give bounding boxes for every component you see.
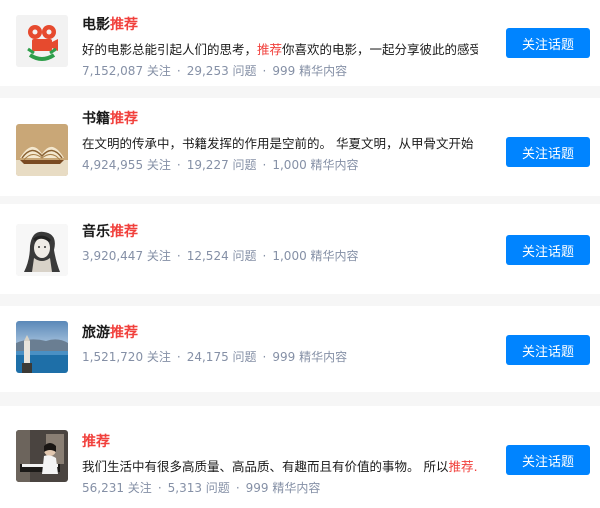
topic-stats: 3,920,447 关注 · 12,524 问题 · 1,000 精华内容 bbox=[82, 247, 470, 265]
essence-count: 999 精华内容 bbox=[272, 350, 348, 364]
topic-title-highlight: 推荐 bbox=[110, 325, 138, 341]
topic-stats: 56,231 关注 · 5,313 问题 · 999 精华内容 bbox=[82, 479, 470, 497]
essence-count: 1,000 精华内容 bbox=[272, 158, 359, 172]
followers-count: 56,231 关注 bbox=[82, 481, 152, 495]
lighthouse-seascape-icon[interactable] bbox=[16, 321, 68, 373]
topic-title[interactable]: 音乐推荐 bbox=[82, 222, 470, 242]
followers-count: 4,924,955 关注 bbox=[82, 158, 171, 172]
desc-highlight: 推荐 bbox=[257, 42, 283, 57]
separator: · bbox=[157, 481, 162, 495]
separator: · bbox=[176, 158, 181, 172]
separator: · bbox=[262, 64, 267, 78]
separator: · bbox=[176, 249, 181, 263]
topic-title-text: 旅游 bbox=[82, 325, 110, 341]
desc-text: 在文明的传承中，书籍发挥的作用是空前的。 华夏文明，从甲骨文开始 bbox=[82, 136, 474, 151]
topic-info: 推荐 我们生活中有很多高质量、高品质、有趣而且有价值的事物。 所以推荐… 56,… bbox=[82, 432, 478, 497]
essence-count: 1,000 精华内容 bbox=[272, 249, 359, 263]
topic-title-highlight: 推荐 bbox=[110, 17, 138, 33]
topic-description: 我们生活中有很多高质量、高品质、有趣而且有价值的事物。 所以推荐… bbox=[82, 457, 478, 477]
questions-count: 12,524 问题 bbox=[186, 249, 257, 263]
separator: · bbox=[262, 350, 267, 364]
topic-title-highlight: 推荐 bbox=[82, 434, 110, 450]
topic-title-highlight: 推荐 bbox=[110, 111, 138, 127]
questions-count: 24,175 问题 bbox=[186, 350, 257, 364]
questions-count: 19,227 问题 bbox=[186, 158, 257, 172]
separator: · bbox=[235, 481, 240, 495]
essence-count: 999 精华内容 bbox=[272, 64, 348, 78]
follow-topic-button[interactable]: 关注话题 bbox=[506, 137, 590, 167]
followers-count: 3,920,447 关注 bbox=[82, 249, 171, 263]
topic-card-recommend: 推荐 我们生活中有很多高质量、高品质、有趣而且有价值的事物。 所以推荐… 56,… bbox=[0, 406, 600, 508]
separator: · bbox=[176, 350, 181, 364]
topic-info: 旅游推荐 1,521,720 关注 · 24,175 问题 · 999 精华内容 bbox=[82, 323, 470, 366]
desc-text: 好的电影总能引起人们的思考， bbox=[82, 42, 258, 57]
topic-stats: 4,924,955 关注 · 19,227 问题 · 1,000 精华内容 bbox=[82, 156, 470, 174]
topic-title[interactable]: 旅游推荐 bbox=[82, 323, 470, 343]
followers-count: 7,152,087 关注 bbox=[82, 64, 171, 78]
topic-title-highlight: 推荐 bbox=[110, 224, 138, 240]
topic-description: 在文明的传承中，书籍发挥的作用是空前的。 华夏文明，从甲骨文开始 bbox=[82, 134, 478, 154]
desc-highlight: 推荐… bbox=[448, 459, 478, 474]
topic-stats: 1,521,720 关注 · 24,175 问题 · 999 精华内容 bbox=[82, 348, 470, 366]
separator: · bbox=[262, 249, 267, 263]
desc-text-after: 你喜欢的电影，一起分享彼此的感受 bbox=[282, 42, 478, 57]
separator: · bbox=[176, 64, 181, 78]
open-book-icon[interactable] bbox=[16, 124, 68, 176]
topic-card-travel: 旅游推荐 1,521,720 关注 · 24,175 问题 · 999 精华内容 关注话… bbox=[0, 306, 600, 392]
follow-topic-button[interactable]: 关注话题 bbox=[506, 28, 590, 58]
film-camera-icon[interactable] bbox=[16, 15, 68, 67]
follow-topic-button[interactable]: 关注话题 bbox=[506, 335, 590, 365]
topic-title[interactable]: 电影推荐 bbox=[82, 15, 470, 35]
topic-stats: 7,152,087 关注 · 29,253 问题 · 999 精华内容 bbox=[82, 62, 470, 80]
separator: · bbox=[262, 158, 267, 172]
questions-count: 5,313 问题 bbox=[167, 481, 230, 495]
topic-card-movies: 电影推荐 好的电影总能引起人们的思考，推荐你喜欢的电影，一起分享彼此的感受 7,… bbox=[0, 0, 600, 86]
topic-title-text: 电影 bbox=[82, 17, 110, 33]
followers-count: 1,521,720 关注 bbox=[82, 350, 171, 364]
follow-topic-button[interactable]: 关注话题 bbox=[506, 445, 590, 475]
topic-list: 电影推荐 好的电影总能引起人们的思考，推荐你喜欢的电影，一起分享彼此的感受 7,… bbox=[0, 0, 600, 508]
topic-description: 好的电影总能引起人们的思考，推荐你喜欢的电影，一起分享彼此的感受 bbox=[82, 40, 478, 60]
desc-text: 我们生活中有很多高质量、高品质、有趣而且有价值的事物。 所以 bbox=[82, 459, 449, 474]
topic-title[interactable]: 推荐 bbox=[82, 432, 470, 452]
topic-card-books: 书籍推荐 在文明的传承中，书籍发挥的作用是空前的。 华夏文明，从甲骨文开始 4,… bbox=[0, 98, 600, 196]
piano-player-icon[interactable] bbox=[16, 430, 68, 482]
topic-info: 音乐推荐 3,920,447 关注 · 12,524 问题 · 1,000 精华内容 bbox=[82, 222, 470, 265]
topic-card-music: 音乐推荐 3,920,447 关注 · 12,524 问题 · 1,000 精华内容 关… bbox=[0, 204, 600, 294]
topic-info: 书籍推荐 在文明的传承中，书籍发挥的作用是空前的。 华夏文明，从甲骨文开始 4,… bbox=[82, 109, 473, 174]
follow-topic-button[interactable]: 关注话题 bbox=[506, 235, 590, 265]
topic-info: 电影推荐 好的电影总能引起人们的思考，推荐你喜欢的电影，一起分享彼此的感受 7,… bbox=[82, 15, 478, 80]
sketch-portrait-icon[interactable] bbox=[16, 224, 68, 276]
topic-title[interactable]: 书籍推荐 bbox=[82, 109, 470, 129]
essence-count: 999 精华内容 bbox=[245, 481, 321, 495]
topic-title-text: 音乐 bbox=[82, 224, 110, 240]
questions-count: 29,253 问题 bbox=[186, 64, 257, 78]
topic-title-text: 书籍 bbox=[82, 111, 110, 127]
